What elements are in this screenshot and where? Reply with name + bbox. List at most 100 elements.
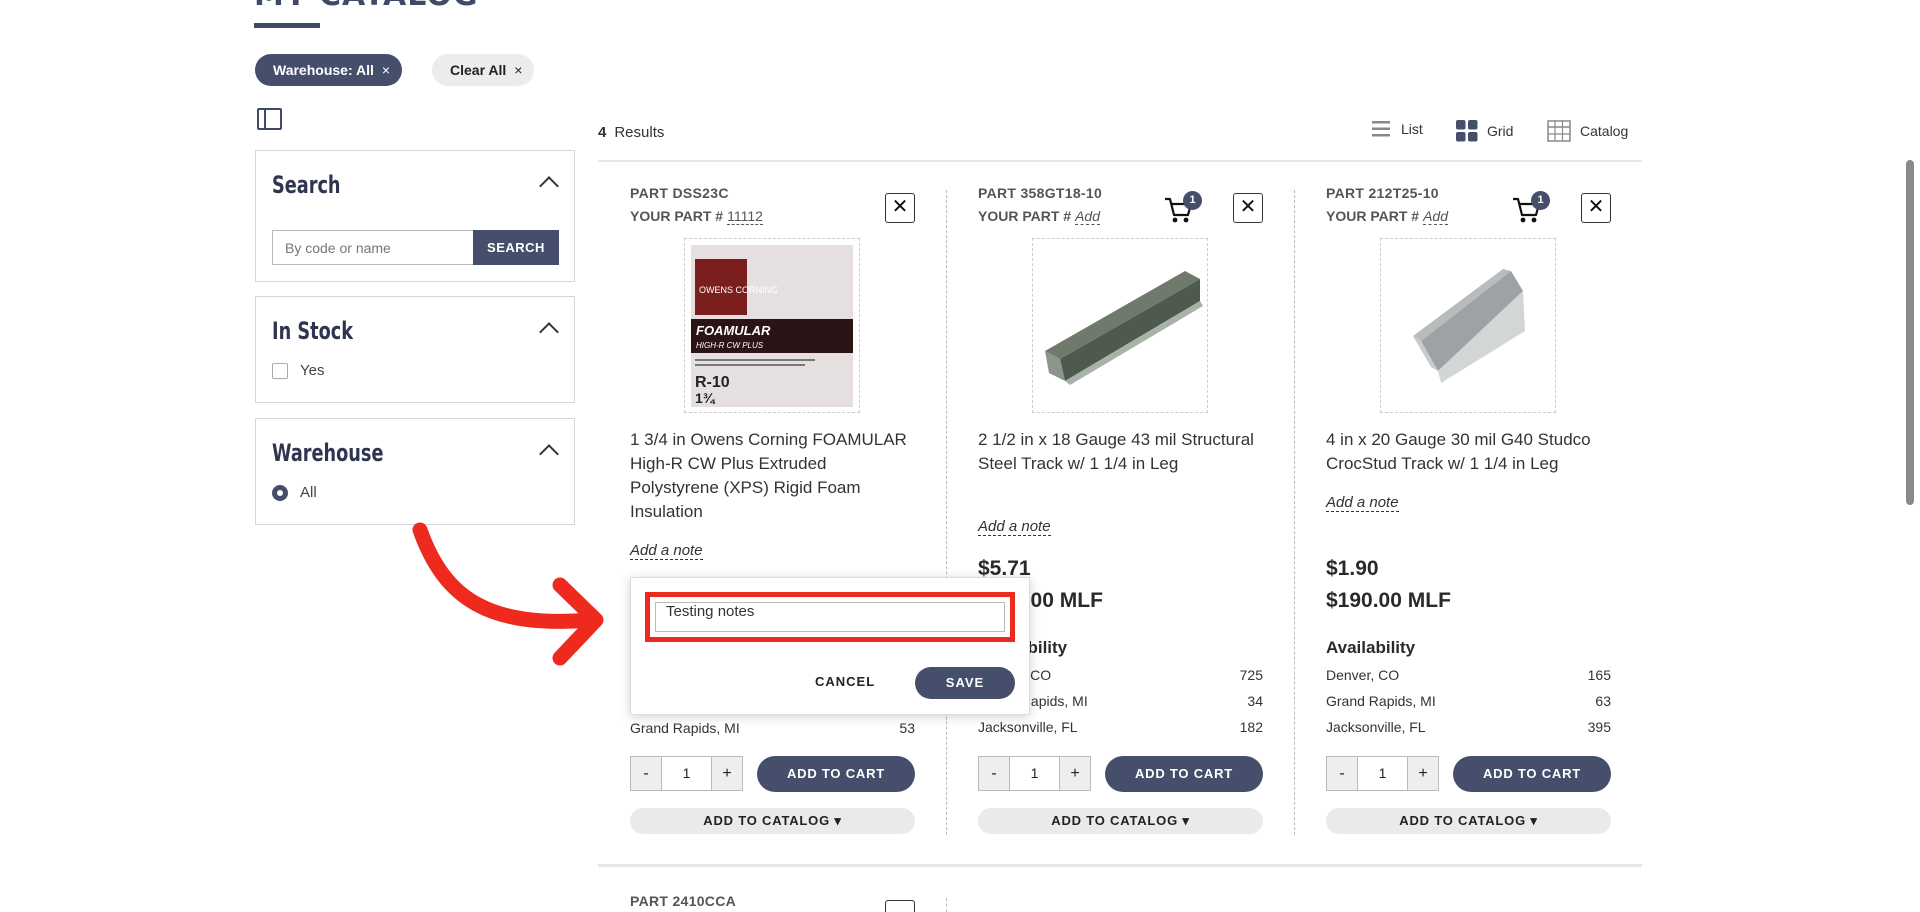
sidebar-toggle-icon[interactable] (257, 108, 282, 130)
add-to-catalog-button[interactable]: ADD TO CATALOG ▾ (978, 808, 1263, 834)
your-part-add-link[interactable]: Add (1075, 208, 1101, 225)
chevron-up-icon[interactable] (539, 176, 559, 196)
close-icon[interactable]: × (514, 62, 522, 78)
location-qty: 63 (1595, 693, 1611, 709)
quantity-stepper: - 1 + (630, 756, 743, 791)
add-to-catalog-label: ADD TO CATALOG (1051, 813, 1178, 828)
search-input[interactable] (272, 230, 474, 265)
your-part-label: YOUR PART # (978, 208, 1072, 224)
chevron-up-icon[interactable] (539, 444, 559, 464)
caret-down-icon: ▾ (1530, 813, 1538, 828)
image-product-text: FOAMULAR (696, 323, 771, 338)
note-textarea[interactable]: Testing notes (645, 592, 1015, 642)
warehouse-all-radio[interactable] (272, 485, 288, 501)
product-name[interactable]: 4 in x 20 Gauge 30 mil G40 Studco CrocSt… (1326, 428, 1611, 476)
product-card: PART 358GT18-10 YOUR PART # Add 1 ✕ 2 1/2… (978, 185, 1268, 835)
decrement-button[interactable]: - (979, 757, 1009, 790)
card-divider (946, 898, 947, 912)
product-name[interactable]: 2 1/2 in x 18 Gauge 43 mil Structural St… (978, 428, 1263, 476)
availability-row: Denver, CO 165 (1326, 667, 1611, 683)
part-number: PART 2410CCA (630, 893, 737, 909)
chevron-up-icon[interactable] (539, 322, 559, 342)
increment-button[interactable]: + (1060, 757, 1090, 790)
in-stock-checkbox[interactable] (272, 363, 288, 379)
availability-row: Jacksonville, FL 182 (978, 719, 1263, 735)
remove-product-button[interactable]: ✕ (885, 193, 915, 223)
product-card: PART DSS23C YOUR PART #11112 ✕ OWENS COR… (630, 185, 920, 835)
availability-row: Jacksonville, FL 395 (1326, 719, 1611, 735)
list-icon (1372, 121, 1390, 137)
in-cart-indicator[interactable]: 1 (1163, 191, 1202, 225)
warehouse-option-label: All (300, 484, 317, 501)
location-qty: 53 (899, 720, 915, 736)
view-list-button[interactable]: List (1372, 120, 1423, 138)
location-qty: 395 (1587, 719, 1611, 735)
product-name[interactable]: 1 3/4 in Owens Corning FOAMULAR High-R C… (630, 428, 915, 524)
cancel-button[interactable]: CANCEL (815, 674, 875, 689)
your-part-add-link[interactable]: Add (1423, 208, 1449, 225)
grid-icon (1456, 120, 1478, 142)
availability-row: Grand Rapids, MI 53 (630, 720, 915, 736)
remove-product-button[interactable] (885, 900, 915, 912)
title-underline (254, 23, 320, 28)
results-divider (598, 160, 1642, 162)
view-grid-label: Grid (1487, 123, 1514, 139)
add-to-cart-button[interactable]: ADD TO CART (1105, 756, 1263, 792)
add-to-catalog-button[interactable]: ADD TO CATALOG ▾ (630, 808, 915, 834)
add-to-cart-button[interactable]: ADD TO CART (757, 756, 915, 792)
product-image[interactable] (1380, 238, 1556, 413)
add-note-link[interactable]: Add a note (630, 542, 703, 560)
image-rvalue-text: R-10 (695, 374, 730, 391)
save-button[interactable]: SAVE (915, 667, 1015, 699)
quantity-value[interactable]: 1 (1357, 757, 1408, 790)
image-thickness-text: 1¾ (695, 390, 716, 406)
add-to-catalog-label: ADD TO CATALOG (1399, 813, 1526, 828)
add-to-cart-button[interactable]: ADD TO CART (1453, 756, 1611, 792)
quantity-stepper: - 1 + (978, 756, 1091, 791)
results-count: 4 Results (598, 124, 664, 141)
scrollbar-thumb[interactable] (1906, 160, 1914, 505)
clear-all-chip[interactable]: Clear All × (432, 54, 535, 86)
product-image[interactable]: OWENS CORNING FOAMULAR HIGH-R CW PLUS R-… (684, 238, 860, 413)
your-part-value[interactable]: 11112 (727, 208, 763, 225)
search-button[interactable]: SEARCH (473, 230, 559, 265)
product-image[interactable] (1032, 238, 1208, 413)
increment-button[interactable]: + (712, 757, 742, 790)
search-panel: Search SEARCH (255, 150, 575, 282)
results-number: 4 (598, 124, 607, 141)
cart-count-badge: 1 (1183, 191, 1202, 210)
caret-down-icon: ▾ (834, 813, 842, 828)
view-catalog-label: Catalog (1580, 123, 1629, 139)
decrement-button[interactable]: - (1327, 757, 1357, 790)
in-cart-indicator[interactable]: 1 (1511, 191, 1550, 225)
warehouse-filter-chip[interactable]: Warehouse: All × (255, 54, 403, 86)
clear-all-label: Clear All (450, 62, 507, 78)
note-text: Testing notes (666, 603, 755, 620)
view-catalog-button[interactable]: Catalog (1547, 120, 1628, 142)
part-number: PART DSS23C (630, 185, 729, 201)
view-grid-button[interactable]: Grid (1456, 120, 1513, 142)
add-note-link[interactable]: Add a note (1326, 494, 1399, 512)
view-list-label: List (1401, 121, 1423, 137)
location-name: Denver, CO (1326, 667, 1400, 683)
close-icon[interactable]: × (382, 62, 390, 78)
unit-price: $1.90 (1326, 557, 1379, 580)
results-label: Results (614, 124, 665, 141)
decrement-button[interactable]: - (631, 757, 661, 790)
quantity-value[interactable]: 1 (1009, 757, 1060, 790)
add-to-catalog-button[interactable]: ADD TO CATALOG ▾ (1326, 808, 1611, 834)
add-to-catalog-label: ADD TO CATALOG (703, 813, 830, 828)
warehouse-panel: Warehouse All (255, 418, 575, 525)
remove-product-button[interactable]: ✕ (1581, 193, 1611, 223)
increment-button[interactable]: + (1408, 757, 1438, 790)
in-stock-panel: In Stock Yes (255, 296, 575, 403)
part-number: PART 358GT18-10 (978, 185, 1103, 201)
remove-product-button[interactable]: ✕ (1233, 193, 1263, 223)
annotation-arrow-icon (412, 522, 604, 666)
location-qty: 725 (1239, 667, 1263, 683)
location-name: Grand Rapids, MI (630, 720, 740, 736)
in-stock-panel-title: In Stock (272, 317, 354, 345)
quantity-value[interactable]: 1 (661, 757, 712, 790)
your-part-number: YOUR PART #11112 (630, 208, 763, 225)
add-note-link[interactable]: Add a note (978, 518, 1051, 536)
